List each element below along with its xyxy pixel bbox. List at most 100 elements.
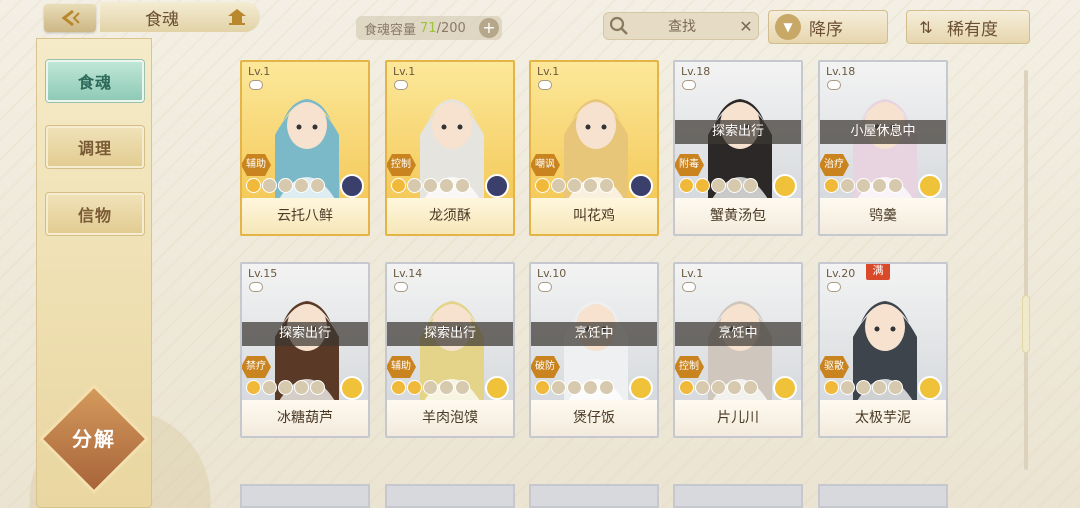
star-icon	[711, 380, 726, 395]
pagoda-icon	[228, 9, 246, 25]
capacity-total: /200	[436, 20, 466, 36]
tab-tokens[interactable]: 信物	[46, 193, 144, 235]
card-partial[interactable]	[385, 484, 515, 508]
level-label: Lv.10	[537, 267, 567, 280]
food-soul-card[interactable]: Lv.1 烹饪中控制片儿川	[673, 262, 803, 438]
star-icon	[262, 178, 277, 193]
tab-conditioning-label: 调理	[77, 139, 112, 158]
level-label: Lv.1	[393, 65, 416, 78]
star-icon	[278, 380, 293, 395]
star-icon	[567, 178, 582, 193]
add-capacity-button[interactable]: +	[479, 18, 499, 38]
scrollbar-track[interactable]	[1024, 70, 1028, 470]
element-emblem-icon	[340, 174, 364, 198]
element-emblem-icon	[629, 376, 653, 400]
star-icon	[599, 380, 614, 395]
status-banner: 烹饪中	[531, 322, 657, 346]
food-soul-card[interactable]: Lv.1 辅助 云托八鲜	[240, 60, 370, 236]
status-banner: 探索出行	[675, 120, 801, 144]
star-icon	[455, 380, 470, 395]
level-label: Lv.20	[826, 267, 856, 280]
decompose-label[interactable]: 分解	[55, 423, 133, 452]
food-soul-name: 鸮羹	[820, 198, 946, 234]
search-box[interactable]: 查找 ✕	[603, 12, 759, 40]
star-icon	[679, 178, 694, 193]
star-icon	[695, 380, 710, 395]
star-icon	[246, 178, 261, 193]
level-label: Lv.15	[248, 267, 278, 280]
lock-toggle-icon[interactable]	[827, 80, 841, 90]
food-soul-name: 太极芋泥	[820, 400, 946, 436]
star-icon	[872, 380, 887, 395]
lock-toggle-icon[interactable]	[249, 282, 263, 292]
lock-toggle-icon[interactable]	[682, 80, 696, 90]
element-emblem-icon	[918, 376, 942, 400]
food-soul-name: 蟹黄汤包	[675, 198, 801, 234]
food-soul-card[interactable]: Lv.1 控制 龙须酥	[385, 60, 515, 236]
element-emblem-icon	[340, 376, 364, 400]
level-label: Lv.18	[681, 65, 711, 78]
sort-order-label: 降序	[809, 19, 843, 40]
star-icon	[423, 380, 438, 395]
tab-conditioning[interactable]: 调理	[46, 126, 144, 168]
food-soul-card[interactable]: Lv.15 探索出行 禁疗 冰糖葫芦	[240, 262, 370, 438]
star-icon	[423, 178, 438, 193]
lock-toggle-icon[interactable]	[538, 80, 552, 90]
star-icon	[439, 380, 454, 395]
status-banner: 小屋休息中	[820, 120, 946, 144]
lock-toggle-icon[interactable]	[394, 282, 408, 292]
search-input[interactable]: 查找	[630, 16, 734, 36]
star-icon	[567, 380, 582, 395]
food-soul-name: 羊肉泡馍	[387, 400, 513, 436]
tab-food-souls-label: 食魂	[77, 73, 112, 92]
card-partial[interactable]	[673, 484, 803, 508]
level-label: Lv.1	[537, 65, 560, 78]
clear-search-icon[interactable]: ✕	[734, 17, 758, 36]
back-button[interactable]	[44, 4, 96, 32]
sort-by-button[interactable]: ⇅ 稀有度	[906, 10, 1030, 44]
role-badge: 禁疗	[242, 356, 271, 378]
food-soul-card[interactable]: Lv.14 探索出行 辅助 羊肉泡馍	[385, 262, 515, 438]
lock-toggle-icon[interactable]	[682, 282, 696, 292]
star-icon	[727, 380, 742, 395]
max-level-badge: 满	[866, 264, 890, 280]
food-soul-card[interactable]: Lv.1 嘲讽 叫花鸡	[529, 60, 659, 236]
element-emblem-icon	[918, 174, 942, 198]
star-icon	[679, 380, 694, 395]
star-icon	[455, 178, 470, 193]
card-partial[interactable]	[240, 484, 370, 508]
lock-toggle-icon[interactable]	[249, 80, 263, 90]
food-soul-card[interactable]: Lv.18 小屋休息中 治疗 鸮羹	[818, 60, 948, 236]
star-rating	[535, 380, 631, 398]
star-rating	[824, 178, 920, 196]
star-icon	[824, 380, 839, 395]
level-label: Lv.14	[393, 267, 423, 280]
lock-toggle-icon[interactable]	[827, 282, 841, 292]
star-rating	[679, 380, 775, 398]
scrollbar-thumb[interactable]	[1023, 296, 1029, 352]
tab-food-souls[interactable]: 食魂	[46, 60, 144, 102]
element-emblem-icon	[485, 174, 509, 198]
star-icon	[824, 178, 839, 193]
star-icon	[262, 380, 277, 395]
sort-order-button[interactable]: ▼ 降序	[768, 10, 888, 44]
role-badge: 治疗	[820, 154, 849, 176]
status-banner: 烹饪中	[675, 322, 801, 346]
star-icon	[551, 380, 566, 395]
food-soul-card[interactable]: Lv.18 探索出行 附毒 蟹黄汤包	[673, 60, 803, 236]
level-label: Lv.1	[681, 267, 704, 280]
food-soul-card[interactable]: Lv.10 烹饪中 破防 煲仔饭	[529, 262, 659, 438]
food-soul-name: 片儿川	[675, 400, 801, 436]
lock-toggle-icon[interactable]	[538, 282, 552, 292]
status-banner: 探索出行	[242, 322, 368, 346]
search-icon	[609, 16, 628, 35]
card-partial[interactable]	[529, 484, 659, 508]
lock-toggle-icon[interactable]	[394, 80, 408, 90]
food-soul-card[interactable]: Lv.20 驱散 太极芋泥 满	[818, 262, 948, 438]
level-label: Lv.1	[248, 65, 271, 78]
role-badge: 控制	[675, 356, 704, 378]
card-partial[interactable]	[818, 484, 948, 508]
role-badge: 控制	[387, 154, 416, 176]
star-icon	[310, 380, 325, 395]
star-icon	[439, 178, 454, 193]
